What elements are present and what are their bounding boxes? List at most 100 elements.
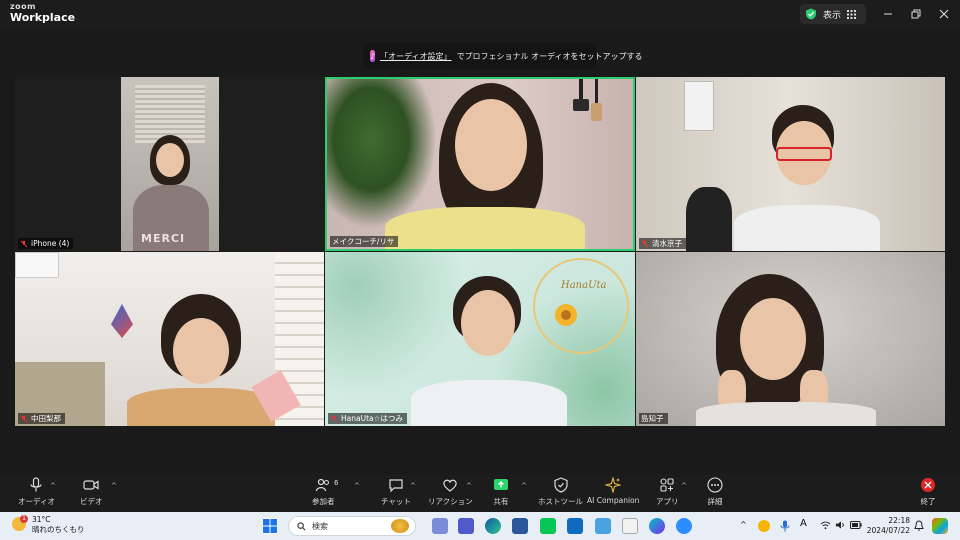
explorer-folder-icon[interactable] [622, 518, 638, 534]
mic-muted-icon [641, 240, 649, 247]
sunflower [555, 304, 577, 326]
share-options-caret[interactable]: ^ [521, 482, 527, 490]
shield-icon [553, 477, 568, 493]
apps-options-caret[interactable]: ^ [681, 482, 687, 490]
search-icon [297, 521, 306, 530]
search-highlight-icon [391, 519, 409, 533]
notifications-bell-icon[interactable] [914, 520, 924, 532]
chat-options-caret[interactable]: ^ [410, 482, 416, 490]
chat-icon [389, 479, 403, 493]
video-tile-shima[interactable]: 島知子 [636, 252, 945, 426]
speaker-icon[interactable] [835, 520, 846, 530]
air-conditioner [15, 252, 59, 278]
audio-settings-link[interactable]: 「オーディオ設定」 [380, 51, 451, 62]
logo-zoom: zoom [10, 2, 36, 11]
canva-icon[interactable] [649, 518, 665, 534]
windows-taskbar: 1 31°C 晴れのちくもり 検索 ^ A 22:18 2024/07/22 [0, 512, 960, 540]
weather-temp: 31°C [32, 515, 51, 524]
windows-icon [263, 519, 277, 533]
file-explorer-icon[interactable] [432, 518, 448, 534]
video-feed [15, 252, 324, 426]
start-button[interactable] [262, 518, 278, 534]
mic-muted-icon [330, 415, 338, 422]
taskbar-clock[interactable]: 22:18 2024/07/22 [866, 516, 910, 536]
host-tools-button[interactable]: ホストツール [538, 477, 583, 507]
video-camera-icon [83, 480, 99, 490]
tray-microphone-icon[interactable] [780, 520, 790, 532]
share-button[interactable]: 共有 [493, 477, 509, 507]
video-options-caret[interactable]: ^ [111, 482, 117, 490]
video-button[interactable]: ビデオ [80, 477, 103, 507]
logo-workplace: Workplace [10, 11, 76, 24]
teams-icon[interactable] [458, 518, 474, 534]
wifi-icon[interactable] [820, 520, 831, 530]
view-label: 表示 [823, 10, 842, 21]
view-button[interactable]: 表示 [800, 4, 866, 24]
more-button[interactable]: 詳細 [707, 477, 723, 507]
taskbar-search[interactable]: 検索 [288, 516, 416, 536]
video-feed: HanaUta [325, 252, 635, 426]
end-call-icon [921, 478, 935, 492]
mic-muted-icon [20, 415, 28, 422]
gold-circle-frame [533, 258, 629, 354]
audio-settings-banner: ♪ 「オーディオ設定」 でプロフェショナル オーディオをセットアップする [363, 43, 643, 69]
store-icon[interactable] [512, 518, 528, 534]
audio-options-caret[interactable]: ^ [50, 482, 56, 490]
app-logo: zoom Workplace [10, 2, 76, 24]
participant-name-tag: 清水京子 [639, 238, 686, 249]
copilot-icon[interactable] [932, 518, 948, 534]
photos-icon[interactable] [595, 518, 611, 534]
notification-badge: 1 [20, 515, 28, 523]
participants-icon [316, 478, 330, 492]
mail-icon[interactable] [567, 518, 583, 534]
shield-icon [806, 8, 816, 20]
participant-name-tag: 島知子 [639, 413, 668, 424]
wall-decoration [111, 304, 133, 338]
end-meeting-button[interactable]: 終了 [920, 477, 936, 507]
microphone-icon [30, 477, 43, 492]
participants-options-caret[interactable]: ^ [354, 482, 360, 490]
weather-desc: 晴れのちくもり [32, 525, 85, 534]
restore-button[interactable] [905, 4, 927, 24]
hanauta-script-text: HanaUta [561, 280, 607, 291]
participant-name-tag: 中田梨那 [18, 413, 65, 424]
video-tile-hanauta[interactable]: HanaUta HanaUta☆はつみ [325, 252, 635, 426]
tray-sync-icon[interactable] [758, 520, 770, 532]
glasses [776, 147, 832, 161]
ai-companion-button[interactable]: AI Companion [587, 477, 639, 505]
video-feed: MERCI [121, 77, 219, 251]
battery-icon[interactable] [850, 521, 862, 529]
video-tile-shimizu[interactable]: 清水京子 [636, 77, 945, 251]
clock-time: 22:18 [888, 516, 910, 525]
weather-widget[interactable]: 1 31°C 晴れのちくもり [12, 515, 85, 535]
chair [686, 187, 732, 251]
apps-icon [660, 478, 674, 492]
restore-icon [911, 9, 921, 19]
shirt-text: MERCI [141, 232, 186, 245]
zoom-app-icon[interactable] [676, 518, 692, 534]
edge-browser-icon[interactable] [485, 518, 501, 534]
video-feed [327, 79, 633, 249]
video-tile-nakata[interactable]: 中田梨那 [15, 252, 324, 426]
chat-button[interactable]: チャット [381, 477, 411, 507]
close-button[interactable] [933, 4, 955, 24]
title-bar: zoom Workplace 表示 [0, 0, 960, 28]
line-app-icon[interactable] [540, 518, 556, 534]
apps-button[interactable]: アプリ [656, 477, 679, 507]
video-feed [636, 252, 945, 426]
sparkle-icon [605, 477, 622, 493]
tray-input-method-icon[interactable]: A [800, 518, 807, 529]
minimize-button[interactable] [877, 4, 899, 24]
plant [327, 79, 437, 229]
video-tile-active-speaker[interactable]: メイクコーチ/リサ [325, 77, 635, 251]
music-note-icon: ♪ [370, 50, 376, 62]
banner-text: でプロフェショナル オーディオをセットアップする [456, 51, 643, 61]
participant-name-tag: メイクコーチ/リサ [330, 236, 399, 247]
video-feed [636, 77, 945, 251]
tray-overflow-chevron[interactable]: ^ [740, 520, 747, 529]
grid-icon [847, 9, 857, 19]
video-tile-iphone[interactable]: MERCI iPhone (4) [15, 77, 324, 251]
reactions-options-caret[interactable]: ^ [466, 482, 472, 490]
participant-name-tag: iPhone (4) [18, 238, 74, 249]
participants-button[interactable]: 参加者 [312, 477, 335, 507]
